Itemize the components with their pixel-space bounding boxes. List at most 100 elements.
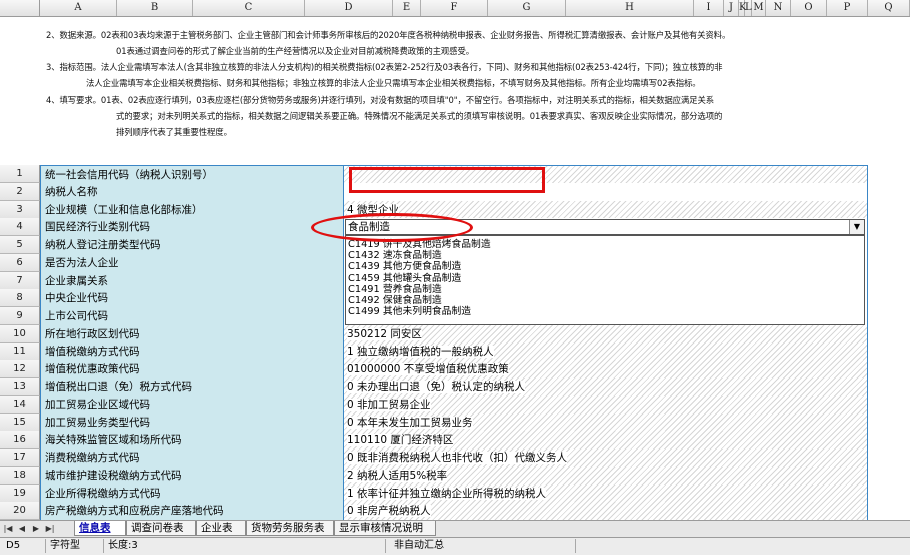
row-header[interactable]: 4 — [0, 218, 40, 237]
column-header-q[interactable]: Q — [868, 0, 910, 16]
row-value-cell[interactable]: 01000000 不享受增值税优惠政策 — [344, 360, 868, 379]
row-value: 0 本年未发生加工贸易业务 — [347, 416, 473, 429]
row-value-cell[interactable]: 1 依率计征并独立缴纳企业所得税的纳税人 — [344, 484, 868, 503]
row-label: 国民经济行业类别代码 — [40, 218, 344, 237]
dropdown-option[interactable]: C1432 速冻食品制造 — [346, 250, 864, 261]
row-value-cell[interactable]: 0 未办理出口退（免）税认定的纳税人 — [344, 378, 868, 396]
row-value-cell[interactable]: 0 非房产税纳税人 — [344, 502, 868, 521]
prev-sheet-icon[interactable]: ◀ — [16, 522, 28, 535]
row-value: 1 依率计征并独立缴纳企业所得税的纳税人 — [347, 487, 547, 500]
row-label: 消费税缴纳方式代码 — [40, 449, 344, 467]
table-row: 增值税优惠政策代码 01000000 不享受增值税优惠政策 — [40, 360, 868, 379]
red-highlight-oval — [311, 213, 473, 242]
row-value: 01000000 不享受增值税优惠政策 — [347, 363, 509, 376]
table-row: 企业规模（工业和信息化部标准） 4 微型企业 — [40, 200, 868, 219]
sheet-tab[interactable]: 企业表 — [196, 521, 246, 536]
industry-code-dropdown-list[interactable]: C1419 饼干及其他焙烤食品制造 C1432 速冻食品制造 C1439 其他方便食… — [345, 235, 865, 325]
row-value-cell[interactable]: 0 非加工贸易企业 — [344, 395, 868, 414]
row-header[interactable]: 6 — [0, 253, 40, 272]
sheet-tab[interactable]: 货物劳务服务表 — [246, 521, 334, 536]
column-header-p[interactable]: P — [827, 0, 868, 16]
row-label: 纳税人名称 — [40, 182, 344, 201]
row-header[interactable]: 13 — [0, 378, 40, 396]
column-header-f[interactable]: F — [421, 0, 488, 16]
row-value-cell[interactable]: 0 本年未发生加工贸易业务 — [344, 413, 868, 432]
column-header-i[interactable]: I — [694, 0, 724, 16]
column-header-c[interactable]: C — [193, 0, 305, 16]
column-header-h[interactable]: H — [566, 0, 694, 16]
select-all-corner[interactable] — [0, 0, 40, 16]
row-header[interactable]: 5 — [0, 236, 40, 254]
row-header[interactable]: 15 — [0, 413, 40, 432]
row-header[interactable]: 11 — [0, 342, 40, 361]
row-value-cell[interactable]: 110110 厦门经济特区 — [344, 431, 868, 450]
table-row: 企业所得税缴纳方式代码 1 依率计征并独立缴纳企业所得税的纳税人 — [40, 484, 868, 503]
column-header-l[interactable]: L — [745, 0, 752, 16]
table-row: 所在地行政区划代码 350212 同安区 — [40, 324, 868, 343]
row-header[interactable]: 8 — [0, 289, 40, 308]
row-label: 海关特殊监管区域和场所代码 — [40, 431, 344, 450]
row-header[interactable]: 17 — [0, 449, 40, 467]
column-header-b[interactable]: B — [117, 0, 193, 16]
row-header[interactable]: 16 — [0, 431, 40, 450]
column-header-m[interactable]: M — [752, 0, 766, 16]
row-label: 所在地行政区划代码 — [40, 324, 344, 343]
row-label: 房产税缴纳方式和应税房产座落地代码 — [40, 502, 344, 521]
dropdown-option[interactable]: C1492 保健食品制造 — [346, 295, 864, 306]
dropdown-option[interactable]: C1459 其他罐头食品制造 — [346, 273, 864, 284]
row-label: 统一社会信用代码（纳税人识别号） — [40, 166, 344, 184]
last-sheet-icon[interactable]: ▶| — [44, 522, 56, 535]
row-label: 企业隶属关系 — [40, 271, 344, 290]
column-header-e[interactable]: E — [393, 0, 421, 16]
row-header[interactable]: 9 — [0, 307, 40, 325]
row-header[interactable]: 18 — [0, 466, 40, 485]
row-header[interactable]: 20 — [0, 502, 40, 521]
sheet-tab[interactable]: 调查问卷表 — [126, 521, 196, 536]
row-label: 企业规模（工业和信息化部标准） — [40, 200, 344, 219]
row-value: 0 非房产税纳税人 — [347, 505, 431, 518]
row-label: 城市维护建设税缴纳方式代码 — [40, 466, 344, 485]
status-mode: 非自动汇总 — [386, 539, 576, 553]
row-label: 增值税出口退（免）税方式代码 — [40, 378, 344, 396]
row-value: 1 独立缴纳增值税的一般纳税人 — [347, 345, 494, 358]
first-sheet-icon[interactable]: |◀ — [2, 522, 14, 535]
sheet-tab[interactable]: 显示审核情况说明 — [334, 521, 436, 536]
dropdown-option[interactable]: C1439 其他方便食品制造 — [346, 261, 864, 272]
row-value-cell[interactable]: 2 纳税人适用5%税率 — [344, 466, 868, 485]
row-label: 增值税缴纳方式代码 — [40, 342, 344, 361]
column-header-o[interactable]: O — [791, 0, 827, 16]
row-value: 350212 同安区 — [347, 327, 422, 340]
row-header[interactable]: 10 — [0, 324, 40, 343]
sheet-tab[interactable]: 信息表 — [74, 521, 126, 536]
red-highlight-box — [349, 167, 545, 193]
instructions-block: 2、数据来源。02表和03表均来源于主管税务部门、企业主管部门和会计师事务所审核… — [40, 17, 910, 165]
dropdown-option[interactable]: C1491 营养食品制造 — [346, 284, 864, 295]
instruction-line: 法人企业需填写本企业相关税费指标、财务和其他指标；非独立核算的非法人企业只需填写… — [86, 78, 701, 88]
row-header[interactable]: 7 — [0, 271, 40, 290]
row-value-cell[interactable]: 1 独立缴纳增值税的一般纳税人 — [344, 342, 868, 361]
row-header[interactable]: 3 — [0, 200, 40, 219]
dropdown-option[interactable]: C1499 其他未列明食品制造 — [346, 306, 864, 317]
row-value: 110110 厦门经济特区 — [347, 434, 454, 447]
next-sheet-icon[interactable]: ▶ — [30, 522, 42, 535]
column-header-j[interactable]: J — [724, 0, 739, 16]
instruction-line: 01表通过调查问卷的形式了解企业当前的生产经营情况以及企业对目前减税降费政策的主… — [116, 46, 475, 56]
row-header[interactable]: 14 — [0, 395, 40, 414]
row-value: 2 纳税人适用5%税率 — [347, 469, 448, 482]
row-header[interactable]: 2 — [0, 182, 40, 201]
row-header[interactable]: 12 — [0, 360, 40, 379]
row-value: 0 未办理出口退（免）税认定的纳税人 — [347, 381, 526, 393]
chevron-down-icon[interactable]: ▼ — [849, 220, 864, 234]
row-value-cell[interactable]: 350212 同安区 — [344, 324, 868, 343]
table-row: 加工贸易业务类型代码 0 本年未发生加工贸易业务 — [40, 413, 868, 432]
row-header[interactable]: 19 — [0, 484, 40, 503]
row-header[interactable]: 1 — [0, 165, 40, 183]
column-header-a[interactable]: A — [40, 0, 117, 16]
row-value-cell[interactable]: 0 既非消费税纳税人也非代收（扣）代缴义务人 — [344, 449, 868, 467]
column-header-g[interactable]: G — [488, 0, 566, 16]
column-header-n[interactable]: N — [766, 0, 791, 16]
row-label: 加工贸易企业区域代码 — [40, 395, 344, 414]
row-label: 中央企业代码 — [40, 289, 344, 308]
table-row: 加工贸易企业区域代码 0 非加工贸易企业 — [40, 395, 868, 414]
column-header-d[interactable]: D — [305, 0, 393, 16]
